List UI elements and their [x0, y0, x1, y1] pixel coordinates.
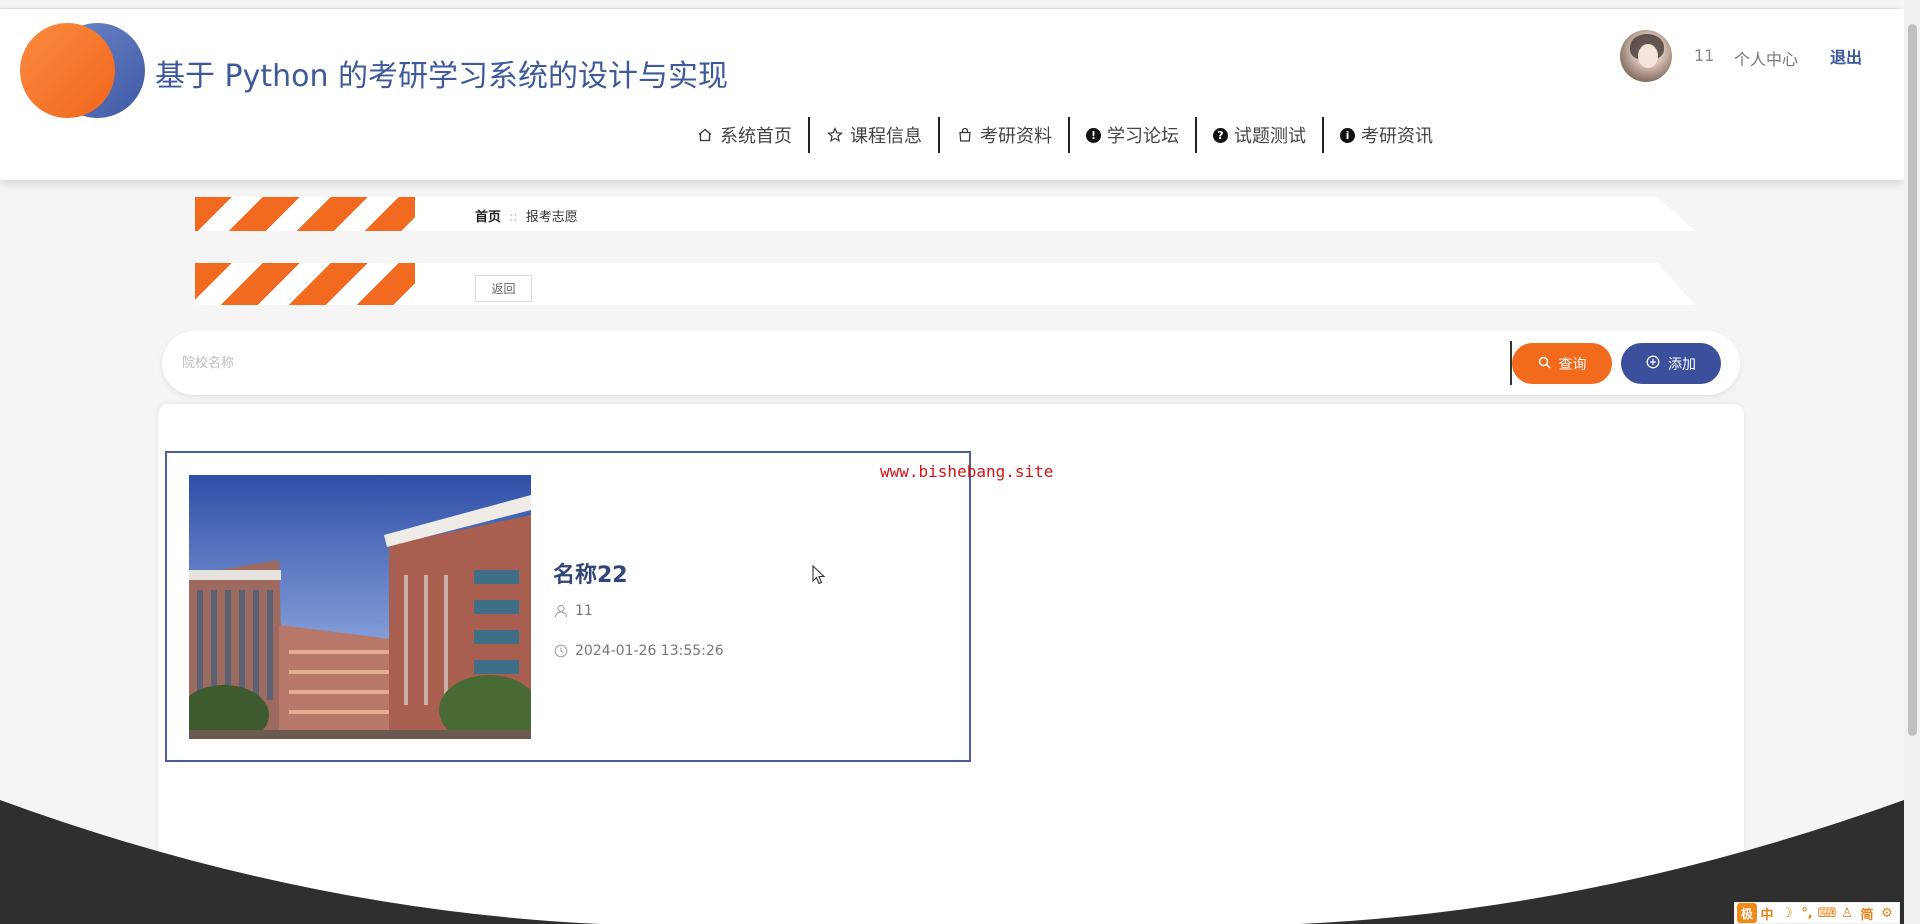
- site-title: 基于 Python 的考研学习系统的设计与实现: [155, 59, 729, 94]
- item-image: [189, 475, 531, 739]
- page-scrollbar[interactable]: [1904, 0, 1920, 924]
- search-bar: 查询 添加: [162, 331, 1740, 395]
- item-name: 名称22: [553, 563, 628, 588]
- nav-label: 试题测试: [1234, 126, 1306, 147]
- watermark-text: www.bishebang.site: [880, 462, 1054, 481]
- user-avatar[interactable]: [1620, 30, 1672, 82]
- nav-label: 系统首页: [720, 126, 792, 147]
- breadcrumb-separator: ::: [509, 210, 518, 225]
- breadcrumb: 首页:: 报考志愿: [475, 206, 578, 225]
- nav-item-courses[interactable]: 课程信息: [810, 117, 940, 153]
- info-circle-icon: i: [1340, 127, 1355, 143]
- school-name-search-input[interactable]: [182, 345, 1502, 381]
- moon-icon[interactable]: ☽: [1777, 903, 1797, 923]
- site-logo: [20, 23, 145, 119]
- ribbon-stripes: [195, 197, 415, 231]
- nav-item-materials[interactable]: 考研资料: [940, 117, 1070, 153]
- ime-logo[interactable]: 极: [1737, 903, 1757, 923]
- back-ribbon: 返回: [195, 263, 1695, 305]
- home-icon: [696, 126, 714, 144]
- add-button[interactable]: 添加: [1621, 343, 1721, 384]
- nav-item-home[interactable]: 系统首页: [680, 117, 810, 153]
- item-user-value: 11: [575, 603, 593, 619]
- item-user: 11: [553, 603, 593, 619]
- user-center-link[interactable]: 个人中心: [1734, 46, 1798, 70]
- nav-item-tests[interactable]: ? 试题测试: [1197, 117, 1324, 153]
- breadcrumb-current: 报考志愿: [525, 210, 578, 225]
- logout-link[interactable]: 退出: [1830, 44, 1862, 68]
- question-circle-icon: ?: [1213, 127, 1228, 143]
- list-item[interactable]: 名称22 11 2024-01-26 13:55:26: [165, 451, 971, 762]
- mouse-cursor-icon: [812, 564, 826, 585]
- exclamation-circle-icon: !: [1086, 127, 1101, 143]
- search-icon: [1538, 356, 1551, 372]
- site-header: 基于 Python 的考研学习系统的设计与实现 11 个人中心 退出 系统首页 …: [0, 9, 1904, 180]
- item-time: 2024-01-26 13:55:26: [553, 643, 724, 659]
- scrollbar-thumb[interactable]: [1908, 24, 1917, 736]
- item-time-value: 2024-01-26 13:55:26: [575, 643, 724, 659]
- logo-orange-circle: [20, 23, 115, 118]
- user-icon: [553, 603, 569, 619]
- nav-label: 学习论坛: [1107, 126, 1179, 147]
- keyboard-icon[interactable]: ⌨: [1817, 903, 1837, 923]
- user-icon[interactable]: ♙: [1837, 903, 1857, 923]
- star-icon: [826, 126, 844, 144]
- nav-label: 课程信息: [850, 126, 922, 147]
- query-button[interactable]: 查询: [1512, 343, 1612, 384]
- add-button-label: 添加: [1668, 355, 1696, 372]
- main-nav: 系统首页 课程信息 考研资料 ! 学习论坛 ? 试题测试 i 考研资讯: [680, 117, 1449, 153]
- back-button[interactable]: 返回: [475, 275, 532, 302]
- gear-icon[interactable]: ⚙: [1877, 903, 1897, 923]
- ribbon-stripes: [195, 263, 415, 305]
- breadcrumb-ribbon: 首页:: 报考志愿: [195, 197, 1695, 231]
- nav-label: 考研资料: [980, 126, 1052, 147]
- bag-icon: [956, 126, 974, 144]
- plus-circle-icon: [1646, 355, 1660, 372]
- nav-label: 考研资讯: [1361, 126, 1433, 147]
- query-button-label: 查询: [1558, 355, 1587, 372]
- nav-item-forum[interactable]: ! 学习论坛: [1070, 117, 1197, 153]
- ime-toolbar: 极 中 ☽ °, ⌨ ♙ 简 ⚙: [1734, 902, 1900, 924]
- ime-language-toggle[interactable]: 中: [1757, 903, 1777, 923]
- breadcrumb-home[interactable]: 首页: [475, 210, 501, 225]
- punctuation-icon[interactable]: °,: [1797, 903, 1817, 923]
- clock-icon: [553, 643, 569, 659]
- ime-simplified-toggle[interactable]: 简: [1857, 903, 1877, 923]
- browser-top-strip: [0, 0, 1900, 9]
- user-name: 11: [1694, 46, 1715, 65]
- nav-item-news[interactable]: i 考研资讯: [1324, 117, 1449, 153]
